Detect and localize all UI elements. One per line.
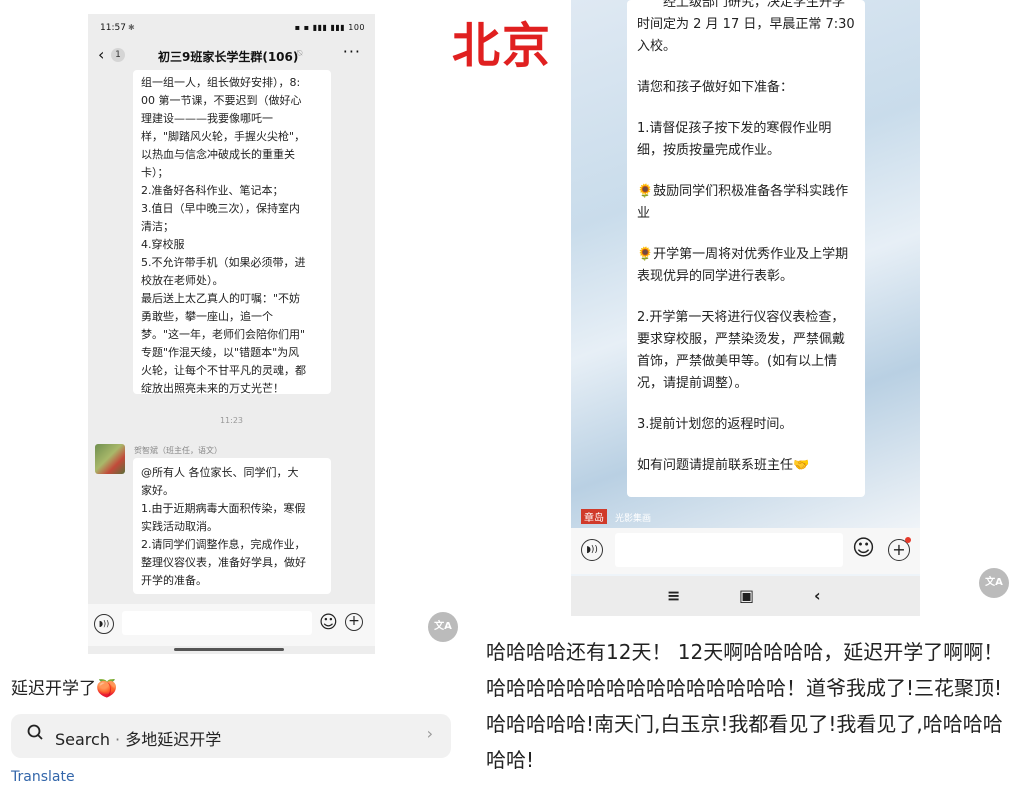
notice-paragraph: 🌻鼓励同学们积极准备各学科实践作业 xyxy=(637,184,849,221)
message-1-line: 5.不允许带手机（如果必须带，进 xyxy=(141,256,306,269)
watermark: 章岛 光影集画 xyxy=(581,509,651,524)
message-input[interactable] xyxy=(615,533,843,567)
message-1-line: 以热血与信念冲破成长的重重关 xyxy=(141,148,295,161)
message-1-text: 组一组一人，组长做好安排），8: 00 第一节课，不要迟到（做好心 理建设———我要… xyxy=(141,74,323,398)
watermark-logo: 章岛 xyxy=(581,509,607,524)
notice-paragraph: 2.开学第一天将进行仪容仪表检查，要求穿校服，严禁染烫发，严禁佩戴首饰，严禁做美… xyxy=(637,310,846,391)
message-1-line: 专题"作混天绫，以"错题本"为风 xyxy=(141,346,300,359)
message-2-line: 实践活动取消。 xyxy=(141,520,218,533)
status-bar: 11:57 ✱ ▪ ▪ ▮▮▮ ▮▮▮ 100 xyxy=(88,14,375,40)
chat-input-bar: ◗)) ☺ + xyxy=(571,528,920,574)
message-1-line: 3.值日（早中晚三次），保持室内 xyxy=(141,202,300,215)
left-chat-screenshot: 11:57 ✱ ▪ ▪ ▮▮▮ ▮▮▮ 100 ‹ 1 初三9班家长学生群(10… xyxy=(88,14,375,654)
notice-paragraph: 如有问题请提前联系班主任🤝 xyxy=(637,458,810,473)
notice-text: 经上级部门研究，决定学生开学时间定为 2 月 17 日，早晨正常 7:30入校。… xyxy=(637,0,855,477)
sender-name: 贺智斌（班主任，语文） xyxy=(134,446,222,455)
message-1-line: 2.准备好各科作业、笔记本； xyxy=(141,184,284,197)
message-1-line: 最后送上太乙真人的叮嘱："不妨 xyxy=(141,292,301,305)
message-1-line: 理建设———我要像哪吒一 xyxy=(141,112,273,125)
message-1-line: 4.穿校服 xyxy=(141,238,185,251)
notice-paragraph: 请您和孩子做好如下准备： xyxy=(637,80,794,95)
message-input[interactable] xyxy=(122,611,312,635)
message-1-line: 组一组一人，组长做好安排），8: xyxy=(141,76,301,89)
message-bubble-2: @所有人 各位家长、同学们，大 家好。 1.由于近期病毒大面积传染，寒假 实践活动取消… xyxy=(133,458,331,594)
message-1-line: 绽放出照亮未来的万丈光芒！ xyxy=(141,382,284,395)
message-timestamp: 11:23 xyxy=(219,416,244,425)
avatar[interactable] xyxy=(95,444,125,474)
back-icon[interactable]: ‹ xyxy=(814,586,821,605)
message-1-line: 校放在老师处）。 xyxy=(141,274,224,287)
right-heading: 北京 xyxy=(452,18,553,74)
home-icon[interactable]: ▣ xyxy=(739,586,754,605)
message-1-line: 勇敢些，攀一座山，追一个 xyxy=(141,310,273,323)
message-1-line: 00 第一节课，不要迟到（做好心 xyxy=(141,94,302,107)
search-label: Search · 多地延迟开学 xyxy=(55,730,222,749)
emoji-icon[interactable]: ☺ xyxy=(319,612,338,633)
chevron-right-icon: › xyxy=(426,724,433,743)
message-1-line: 火轮，让每个不甘平凡的灵魂，都 xyxy=(141,364,306,377)
message-1-line: 卡）； xyxy=(141,166,169,179)
message-2-line: 整理仪容仪表，准备好学具，做好 xyxy=(141,556,306,569)
home-indicator xyxy=(174,648,284,651)
message-2-text: @所有人 各位家长、同学们，大 家好。 1.由于近期病毒大面积传染，寒假 实践活动取消… xyxy=(141,464,323,590)
more-icon[interactable]: ··· xyxy=(343,42,361,61)
right-chat-screenshot: 经上级部门研究，决定学生开学时间定为 2 月 17 日，早晨正常 7:30入校。… xyxy=(571,0,920,616)
message-bubble-notice: 经上级部门研究，决定学生开学时间定为 2 月 17 日，早晨正常 7:30入校。… xyxy=(627,0,865,497)
watermark-text: 光影集画 xyxy=(615,514,652,524)
translate-icon[interactable]: 文A xyxy=(979,568,1009,598)
chat-title: 初三9班家长学生群(106) xyxy=(158,50,299,64)
menu-icon[interactable]: ≡ xyxy=(667,586,680,605)
notice-paragraph: 3.提前计划您的返程时间。 xyxy=(637,417,793,432)
notification-dot xyxy=(905,537,911,543)
message-2-line: @所有人 各位家长、同学们，大 xyxy=(141,466,299,479)
message-2-line: 1.由于近期病毒大面积传染，寒假 xyxy=(141,502,306,515)
voice-icon[interactable]: ◗)) xyxy=(94,614,114,634)
emoji-icon[interactable]: ☺ xyxy=(852,536,875,561)
chat-input-bar: ◗)) ☺ + xyxy=(88,604,375,646)
back-icon[interactable]: ‹ xyxy=(98,45,104,64)
unread-badge: 1 xyxy=(111,48,125,62)
android-nav-bar: ≡ ▣ ‹ xyxy=(571,576,920,616)
message-2-line: 开学的准备。 xyxy=(141,574,207,587)
mute-icon: ⍉ xyxy=(297,49,303,59)
plus-icon[interactable]: + xyxy=(345,613,363,631)
message-2-line: 家好。 xyxy=(141,484,174,497)
status-icons: ▪ ▪ ▮▮▮ ▮▮▮ 100 xyxy=(294,23,365,32)
message-bubble-1: 组一组一人，组长做好安排），8: 00 第一节课，不要迟到（做好心 理建设———我要… xyxy=(133,70,331,395)
search-icon xyxy=(27,724,43,740)
voice-icon[interactable]: ◗)) xyxy=(581,539,603,561)
right-caption: 哈哈哈哈还有12天！ 12天啊哈哈哈哈，延迟开学了啊啊！哈哈哈哈哈哈哈哈哈哈哈哈… xyxy=(486,640,1004,772)
message-1-line: 梦。"这一年，老师们会陪你们用" xyxy=(141,328,306,341)
notice-paragraph: 1.请督促孩子按下发的寒假作业明细，按质按量完成作业。 xyxy=(637,121,832,158)
notice-paragraph: 经上级部门研究，决定学生开学时间定为 2 月 17 日，早晨正常 7:30入校。 xyxy=(637,0,855,54)
notification-icon: ✱ xyxy=(128,23,135,32)
left-caption: 延迟开学了🍑 xyxy=(11,679,118,699)
message-1-line: 样，"脚踏风火轮，手握火尖枪"， xyxy=(141,130,306,143)
notice-paragraph: 🌻开学第一周将对优秀作业及上学期表现优异的同学进行表彰。 xyxy=(637,247,849,284)
translate-link[interactable]: Translate xyxy=(11,769,75,785)
translate-icon[interactable]: 文A xyxy=(428,612,458,642)
chat-header: ‹ 1 初三9班家长学生群(106) ⍉ ··· xyxy=(88,42,375,72)
status-time: 11:57 xyxy=(100,23,126,33)
message-2-line: 2.请同学们调整作息，完成作业， xyxy=(141,538,306,551)
search-suggestion[interactable]: Search · 多地延迟开学 › xyxy=(11,714,451,758)
message-1-line: 清洁； xyxy=(141,220,174,233)
